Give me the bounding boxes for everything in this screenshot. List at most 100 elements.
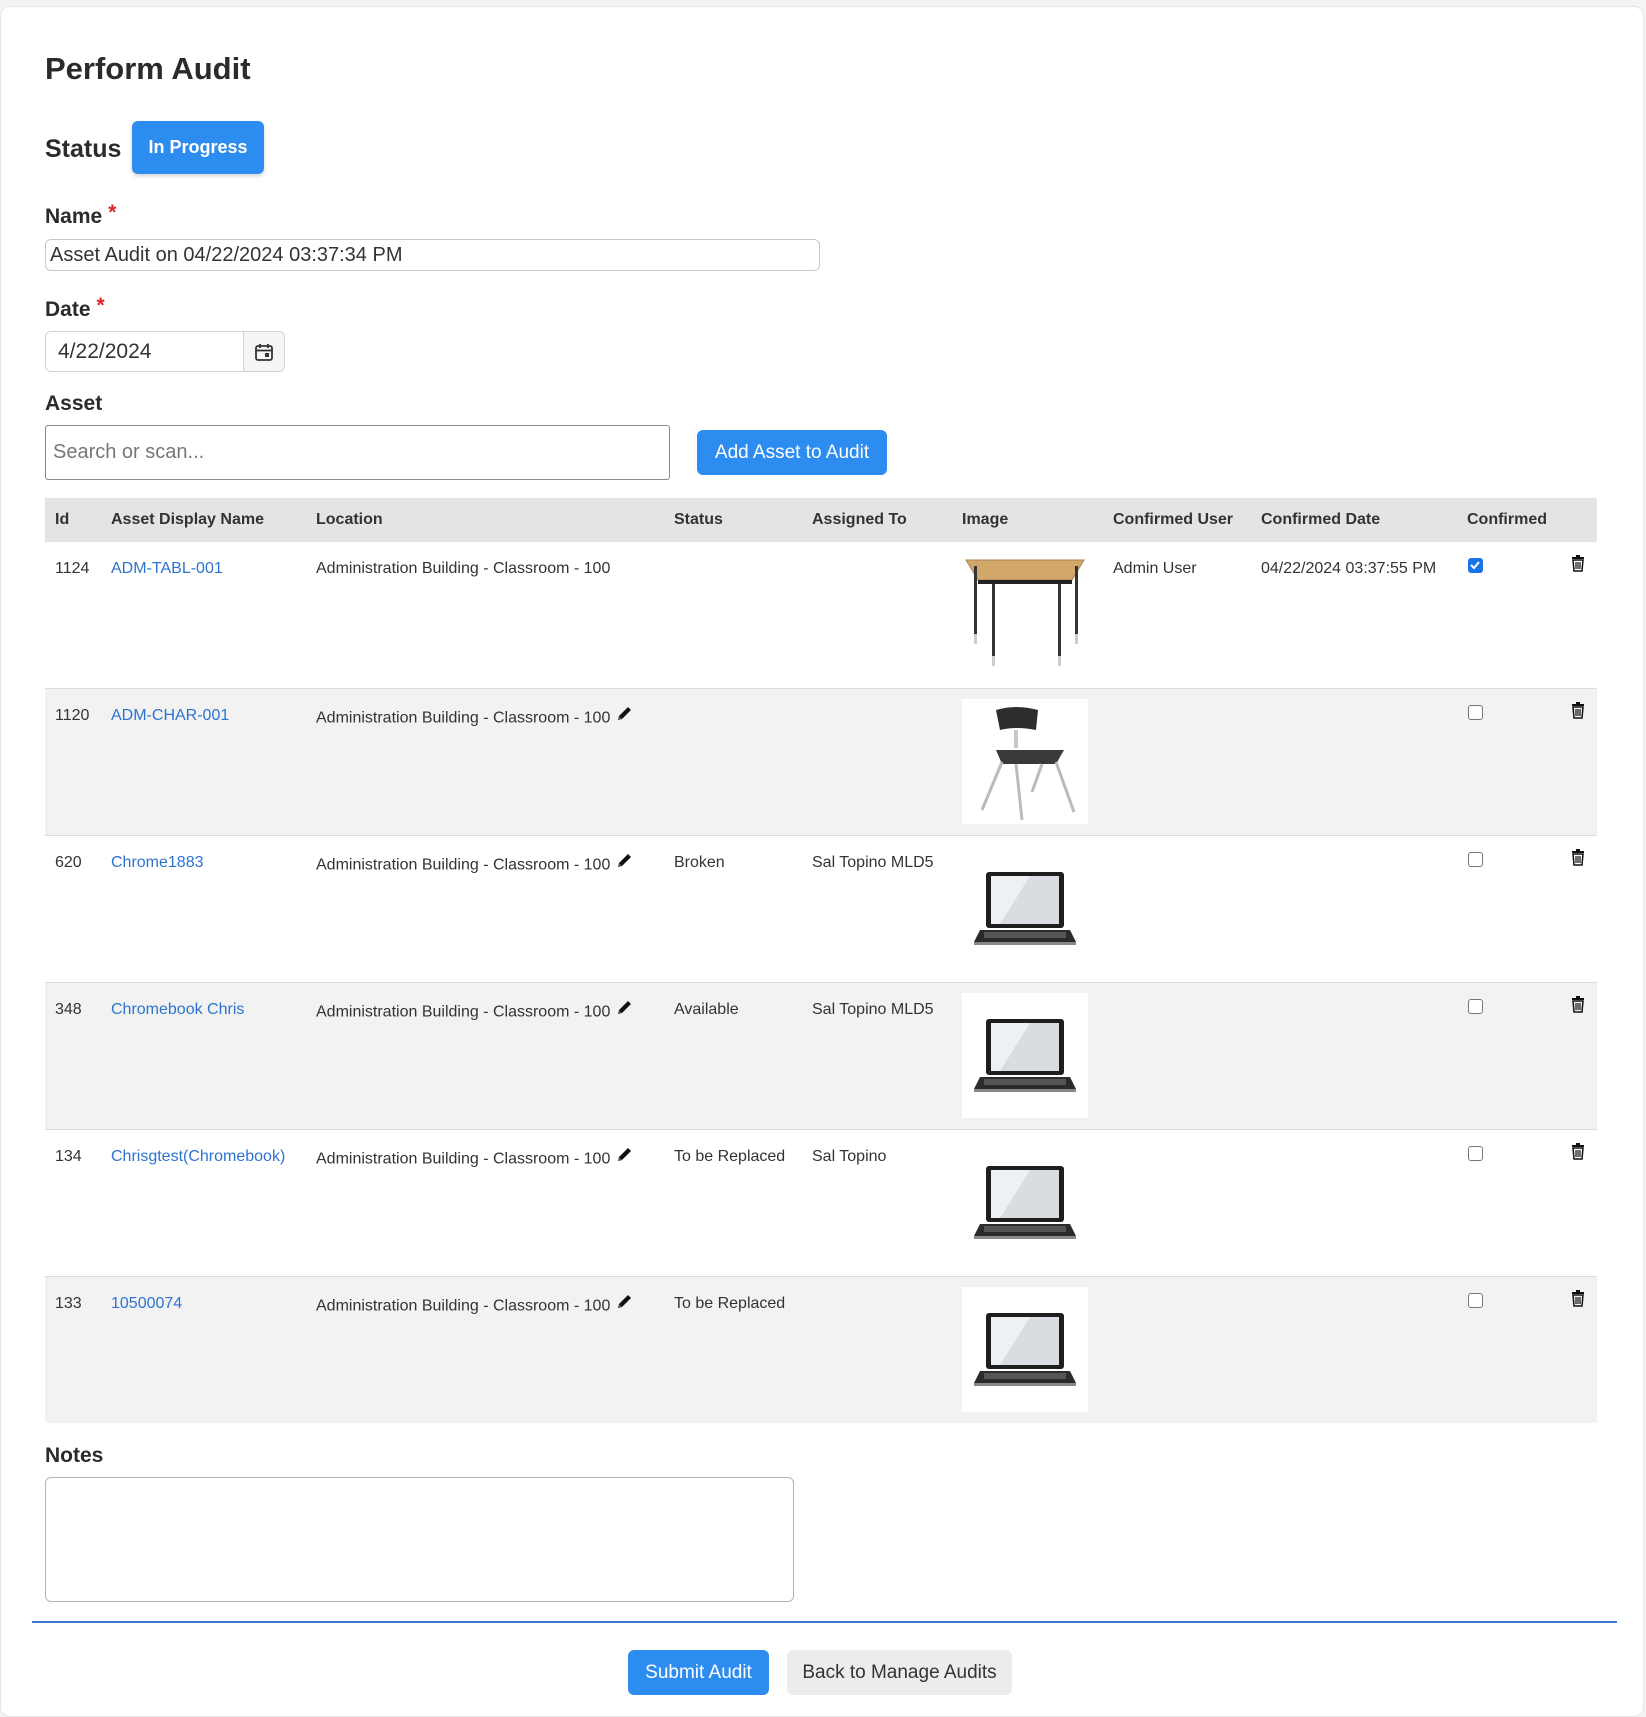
footer-divider <box>32 1621 1617 1623</box>
calendar-button[interactable] <box>243 332 284 371</box>
confirmed-checkbox[interactable] <box>1468 705 1483 720</box>
row-assigned-to: Sal Topino <box>812 1148 887 1165</box>
asset-name-link[interactable]: ADM-TABL-001 <box>111 560 223 578</box>
table-header: Id Asset Display Name Location Status As… <box>45 498 1597 542</box>
row-id: 1124 <box>55 560 90 577</box>
row-status: To be Replaced <box>674 1148 786 1165</box>
pencil-icon <box>618 1295 632 1308</box>
trash-icon <box>1572 1290 1584 1307</box>
table-row: 133 10500074 Administration Building - C… <box>45 1277 1597 1423</box>
pencil-icon <box>618 1001 632 1014</box>
table-row: 620 Chrome1883 Administration Building -… <box>45 836 1597 983</box>
back-to-manage-audits-button[interactable]: Back to Manage Audits <box>787 1650 1012 1695</box>
asset-image <box>962 552 1088 677</box>
row-location: Administration Building - Classroom - 10… <box>316 856 611 874</box>
audit-assets-table: Id Asset Display Name Location Status As… <box>45 498 1597 1423</box>
row-id: 1120 <box>55 707 90 724</box>
confirmed-checkbox[interactable] <box>1468 1146 1483 1161</box>
asset-name-link[interactable]: Chrisgtest(Chromebook) <box>111 1148 285 1166</box>
asset-image <box>962 699 1088 824</box>
edit-location-button[interactable] <box>615 999 633 1022</box>
row-id: 348 <box>55 1001 82 1018</box>
name-label-text: Name <box>45 205 103 228</box>
asset-name-link[interactable]: 10500074 <box>111 1295 182 1313</box>
row-location: Administration Building - Classroom - 10… <box>316 1003 611 1021</box>
confirmed-checkbox[interactable] <box>1468 1293 1483 1308</box>
asset-name-link[interactable]: Chrome1883 <box>111 854 204 872</box>
trash-icon <box>1572 1143 1584 1160</box>
laptop-icon <box>974 1018 1076 1092</box>
laptop-icon <box>974 1312 1076 1386</box>
row-assigned-to: Sal Topino MLD5 <box>812 854 934 871</box>
asset-name-link[interactable]: Chromebook Chris <box>111 1001 244 1019</box>
row-assigned-to: Sal Topino MLD5 <box>812 1001 934 1018</box>
col-asset-display-name: Asset Display Name <box>111 511 264 528</box>
row-status: To be Replaced <box>674 1295 786 1312</box>
pencil-icon <box>618 1148 632 1161</box>
row-location: Administration Building - Classroom - 10… <box>316 1150 611 1168</box>
row-id: 134 <box>55 1148 82 1165</box>
table-row: 348 Chromebook Chris Administration Buil… <box>45 983 1597 1130</box>
edit-location-button[interactable] <box>615 852 633 875</box>
chair-icon <box>980 706 1076 820</box>
table-row: 134 Chrisgtest(Chromebook) Administratio… <box>45 1130 1597 1277</box>
row-location-wrap: Administration Building - Classroom - 10… <box>316 1148 633 1171</box>
asset-image <box>962 993 1088 1118</box>
page-title: Perform Audit <box>45 51 251 86</box>
status-label: Status <box>45 135 122 163</box>
row-status: Available <box>674 1001 739 1018</box>
row-location-wrap: Administration Building - Classroom - 10… <box>316 1295 633 1318</box>
col-image: Image <box>962 511 1009 528</box>
delete-row-button[interactable] <box>1571 849 1585 871</box>
pencil-icon <box>618 707 632 720</box>
confirmed-checkbox[interactable] <box>1468 558 1483 573</box>
delete-row-button[interactable] <box>1571 996 1585 1018</box>
row-id: 133 <box>55 1295 82 1312</box>
row-location: Administration Building - Classroom - 10… <box>316 560 611 577</box>
col-id: Id <box>55 511 70 528</box>
asset-image <box>962 1287 1088 1412</box>
row-location-wrap: Administration Building - Classroom - 10… <box>316 707 633 730</box>
edit-location-button[interactable] <box>615 1293 633 1316</box>
name-label: Name * <box>45 201 116 229</box>
col-confirmed-user: Confirmed User <box>1113 511 1234 528</box>
col-status: Status <box>674 511 723 528</box>
check-icon <box>1470 561 1480 570</box>
date-label-text: Date <box>45 298 91 321</box>
notes-textarea[interactable] <box>45 1477 794 1602</box>
delete-row-button[interactable] <box>1571 1143 1585 1165</box>
date-input[interactable] <box>46 332 243 371</box>
confirmed-checkbox[interactable] <box>1468 852 1483 867</box>
calendar-icon <box>255 343 273 361</box>
row-location-wrap: Administration Building - Classroom - 10… <box>316 854 633 877</box>
delete-row-button[interactable] <box>1571 555 1585 577</box>
edit-location-button[interactable] <box>615 1146 633 1169</box>
row-location: Administration Building - Classroom - 10… <box>316 1297 611 1315</box>
delete-row-button[interactable] <box>1571 702 1585 724</box>
table-row: 1124 ADM-TABL-001 Administration Buildin… <box>45 542 1597 689</box>
delete-row-button[interactable] <box>1571 1290 1585 1312</box>
submit-audit-button[interactable]: Submit Audit <box>628 1650 769 1695</box>
notes-label: Notes <box>45 1444 104 1467</box>
row-status: Broken <box>674 854 725 871</box>
trash-icon <box>1572 849 1584 866</box>
date-picker <box>45 331 285 372</box>
required-mark: * <box>96 294 105 317</box>
date-label: Date * <box>45 294 105 322</box>
name-input[interactable] <box>45 239 820 271</box>
asset-search-input[interactable] <box>45 425 670 480</box>
row-confirmed-user: Admin User <box>1113 560 1197 577</box>
table-row: 1120 ADM-CHAR-001 Administration Buildin… <box>45 689 1597 836</box>
trash-icon <box>1572 996 1584 1013</box>
pencil-icon <box>618 854 632 867</box>
row-location-wrap: Administration Building - Classroom - 10… <box>316 1001 633 1024</box>
row-location: Administration Building - Classroom - 10… <box>316 709 611 727</box>
confirmed-checkbox[interactable] <box>1468 999 1483 1014</box>
add-asset-button[interactable]: Add Asset to Audit <box>697 430 887 475</box>
edit-location-button[interactable] <box>615 705 633 728</box>
audit-form-card: Perform Audit Status In Progress Name* D… <box>0 6 1644 1717</box>
col-location: Location <box>316 511 383 528</box>
table-icon <box>965 559 1085 666</box>
trash-icon <box>1572 555 1584 572</box>
asset-name-link[interactable]: ADM-CHAR-001 <box>111 707 229 725</box>
